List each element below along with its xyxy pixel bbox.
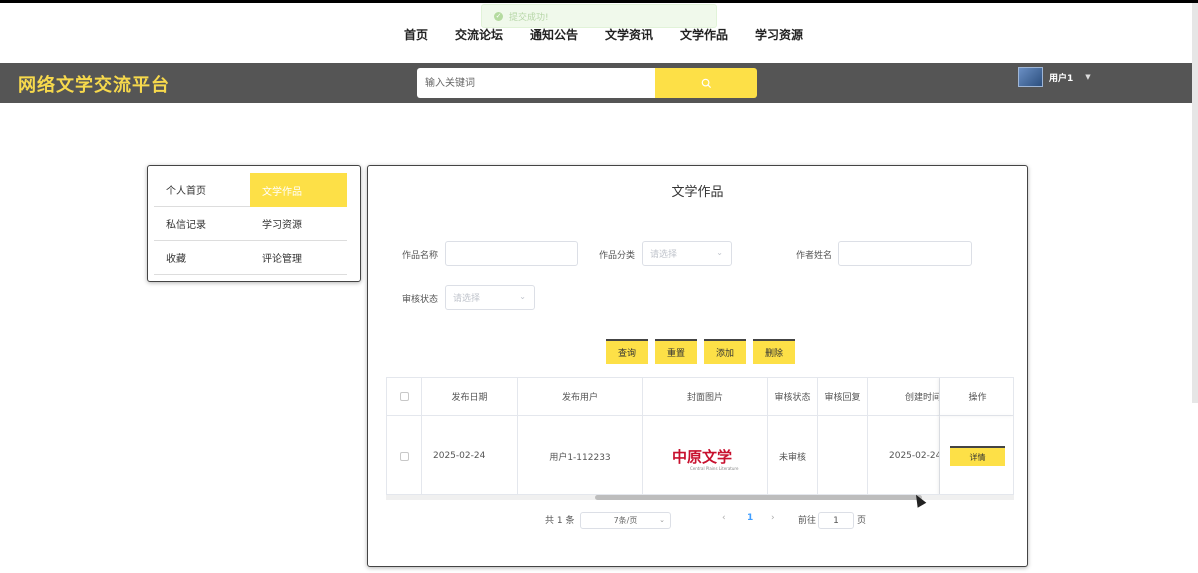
nav-item-resources[interactable]: 学习资源 xyxy=(746,26,803,46)
sidebar-menu: 个人首页 文学作品 私信记录 学习资源 收藏 评论管理 xyxy=(147,165,361,282)
table-cell-date: 2025-02-24 xyxy=(422,416,518,494)
chevron-down-icon: ⌄ xyxy=(716,248,723,257)
user-menu[interactable]: 用户1 ▼ xyxy=(1018,67,1091,87)
works-table: 发布日期 发布用户 封面图片 审核状态 审核回复 创建时间 操作 2025-02… xyxy=(386,377,1014,495)
cover-logo-text: 中原文学 xyxy=(672,448,733,466)
review-status-placeholder: 请选择 xyxy=(453,294,481,304)
avatar[interactable] xyxy=(1018,67,1043,87)
header-bar: 网络文学交流平台 用户1 ▼ xyxy=(0,63,1192,103)
sidebar-item-works[interactable]: 文学作品 xyxy=(250,173,347,207)
column-header-text: 创建时间 xyxy=(904,393,940,403)
page-size-select[interactable]: 7条/页 ⌄ xyxy=(580,512,671,529)
table-cell-created: 2025-02-24 0 xyxy=(868,416,940,494)
page-scrollbar[interactable] xyxy=(1192,3,1198,403)
select-all-checkbox[interactable] xyxy=(399,392,409,401)
column-header[interactable]: 审核状态 xyxy=(768,378,818,416)
page-title: 文学作品 xyxy=(671,185,724,200)
check-icon: ✓ xyxy=(494,11,503,21)
scrollbar-thumb[interactable] xyxy=(595,495,922,500)
column-header[interactable]: 操作 xyxy=(940,378,1013,416)
search-button[interactable] xyxy=(655,68,757,98)
work-name-input[interactable] xyxy=(445,241,578,266)
sidebar-item-favorites[interactable]: 收藏 xyxy=(154,241,251,275)
work-name-label: 作品名称 xyxy=(402,251,439,261)
detail-button[interactable]: 详情 xyxy=(950,446,1005,466)
cover-image[interactable]: 中原文学 Central Plains Literature xyxy=(670,438,740,474)
column-header[interactable]: 发布日期 xyxy=(422,378,518,416)
reset-button[interactable]: 重置 xyxy=(655,339,697,364)
table-cell-status: 未审核 xyxy=(768,416,818,494)
category-placeholder: 请选择 xyxy=(650,250,678,260)
prev-page-icon[interactable]: ‹ xyxy=(722,513,726,523)
nav-item-news[interactable]: 文学资讯 xyxy=(596,26,653,46)
goto-label: 前往 xyxy=(798,516,817,526)
search-input[interactable] xyxy=(417,68,657,98)
add-button[interactable]: 添加 xyxy=(704,339,746,364)
column-header[interactable]: 发布用户 xyxy=(518,378,643,416)
column-header[interactable]: 审核回复 xyxy=(818,378,868,416)
table-cell-cover: 中原文学 Central Plains Literature xyxy=(643,416,768,494)
table-cell-user: 用户1-112233 xyxy=(518,416,643,494)
brand-title: 网络文学交流平台 xyxy=(18,75,170,96)
sidebar-item-comments[interactable]: 评论管理 xyxy=(250,241,347,275)
chevron-down-icon: ⌄ xyxy=(659,516,665,524)
select-all-cell xyxy=(387,378,422,416)
table-cell-reply xyxy=(818,416,868,494)
search-icon xyxy=(701,78,711,88)
delete-button[interactable]: 删除 xyxy=(753,339,795,364)
author-input[interactable] xyxy=(838,241,972,266)
page-suffix: 页 xyxy=(857,516,867,526)
nav-item-works[interactable]: 文学作品 xyxy=(671,26,728,46)
top-nav: 首页 交流论坛 通知公告 文学资讯 文学作品 学习资源 xyxy=(0,26,1198,46)
chevron-down-icon: ⌄ xyxy=(519,292,526,301)
sidebar-item-home[interactable]: 个人首页 xyxy=(154,173,251,207)
cover-subtitle: Central Plains Literature xyxy=(690,466,739,471)
review-status-label: 审核状态 xyxy=(402,295,439,305)
toast-message: 提交成功! xyxy=(509,12,549,23)
caret-down-icon[interactable]: ▼ xyxy=(1085,73,1090,81)
works-panel: 文学作品 作品名称 作品分类 请选择 ⌄ 作者姓名 审核状态 请选择 ⌄ 查询 … xyxy=(367,165,1028,567)
column-header[interactable]: 封面图片 xyxy=(643,378,768,416)
author-label: 作者姓名 xyxy=(796,251,833,261)
category-select[interactable]: 请选择 ⌄ xyxy=(642,241,732,266)
category-label: 作品分类 xyxy=(599,251,636,261)
next-page-icon[interactable]: › xyxy=(771,513,775,523)
nav-item-home[interactable]: 首页 xyxy=(395,26,428,46)
column-header[interactable]: 创建时间 xyxy=(868,378,940,416)
top-border xyxy=(0,0,1198,3)
nav-item-notice[interactable]: 通知公告 xyxy=(521,26,578,46)
query-button[interactable]: 查询 xyxy=(606,339,648,364)
review-status-select[interactable]: 请选择 ⌄ xyxy=(445,285,535,310)
row-checkbox[interactable] xyxy=(399,451,409,461)
table-cell-action: 详情 xyxy=(940,416,1013,494)
pagination-total: 共 1 条 xyxy=(545,516,575,526)
sidebar-item-resources[interactable]: 学习资源 xyxy=(250,207,347,241)
row-select-cell xyxy=(387,416,422,494)
nav-item-forum[interactable]: 交流论坛 xyxy=(446,26,503,46)
success-toast: ✓ 提交成功! xyxy=(481,4,717,28)
page-size-value: 7条/页 xyxy=(613,516,638,525)
sidebar-item-messages[interactable]: 私信记录 xyxy=(154,207,251,241)
search-bar xyxy=(417,68,757,98)
user-name[interactable]: 用户1 xyxy=(1049,71,1073,84)
goto-page-input[interactable]: 1 xyxy=(818,512,854,529)
current-page[interactable]: 1 xyxy=(747,513,753,523)
